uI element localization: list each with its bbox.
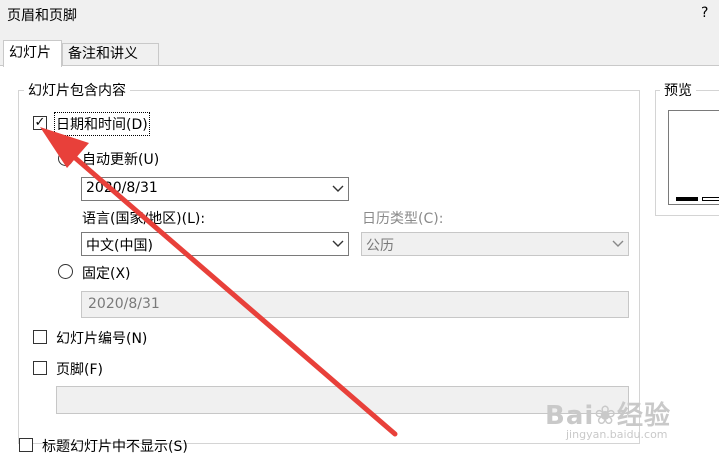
tab-slide[interactable]: 幻灯片: [3, 40, 62, 67]
annotation-arrow-icon: [40, 127, 398, 437]
